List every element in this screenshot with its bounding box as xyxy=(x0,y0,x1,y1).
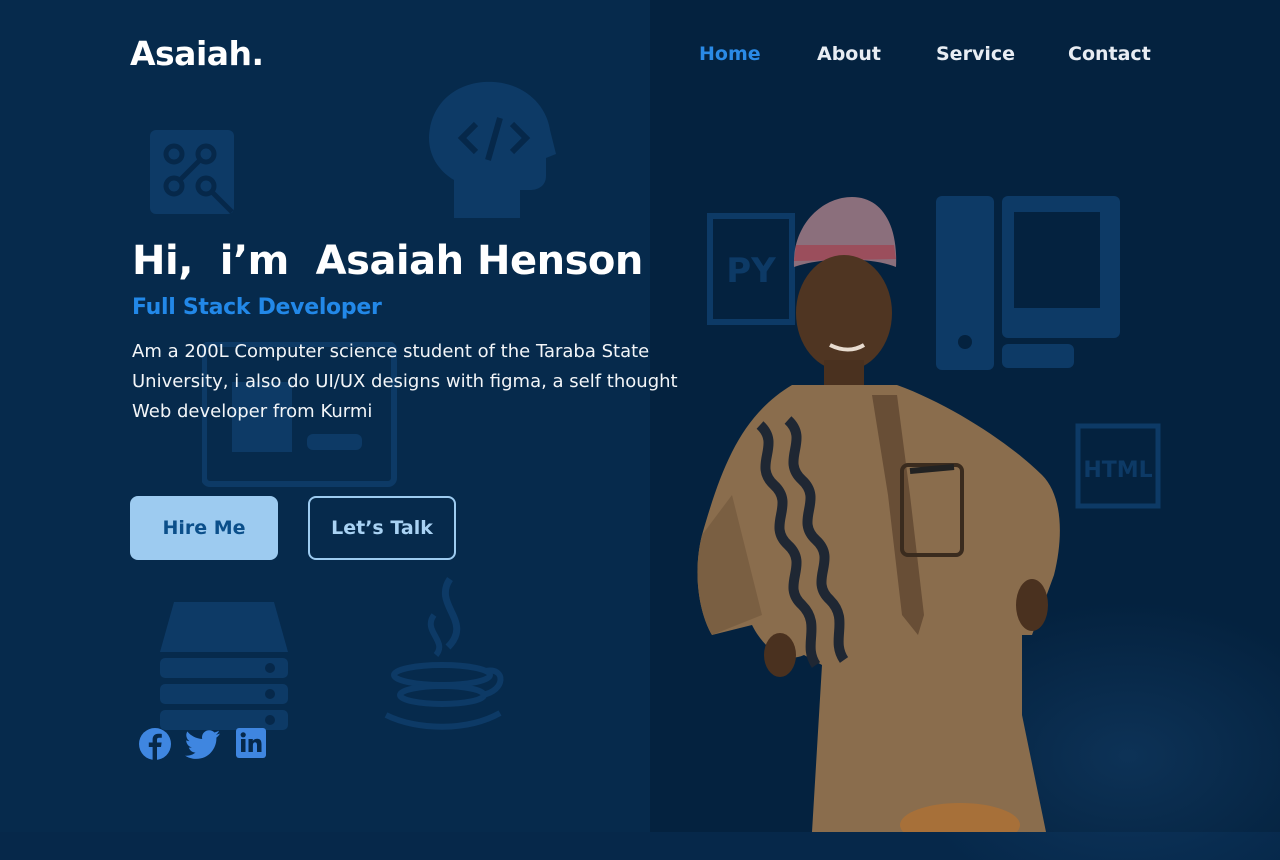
twitter-icon[interactable] xyxy=(185,727,220,761)
nav-about-link[interactable]: About xyxy=(817,43,881,65)
hire-me-label: Hire Me xyxy=(162,517,246,539)
nav-contact-link[interactable]: Contact xyxy=(1068,43,1151,65)
hero-subtitle: Full Stack Developer xyxy=(132,295,382,320)
hero-title: Hi, i’m Asaiah Henson xyxy=(132,238,643,284)
lets-talk-button[interactable]: Let’s Talk xyxy=(308,496,456,560)
facebook-icon[interactable] xyxy=(138,727,172,761)
site-logo[interactable]: Asaiah. xyxy=(130,34,264,73)
nav-service-link[interactable]: Service xyxy=(936,43,1015,65)
hero-description: Am a 200L Computer science student of th… xyxy=(132,341,678,422)
html-file-icon: HTML xyxy=(1074,422,1164,512)
server-icon xyxy=(158,600,290,732)
code-head-icon xyxy=(424,80,564,220)
svg-text:HTML: HTML xyxy=(1083,458,1152,483)
linkedin-icon[interactable] xyxy=(235,727,269,761)
lets-talk-label: Let’s Talk xyxy=(331,517,433,539)
java-icon xyxy=(378,575,508,735)
circuit-icon xyxy=(148,128,238,218)
hire-me-button[interactable]: Hire Me xyxy=(130,496,278,560)
nav-home-link[interactable]: Home xyxy=(699,43,761,65)
profile-photo xyxy=(692,195,1072,847)
